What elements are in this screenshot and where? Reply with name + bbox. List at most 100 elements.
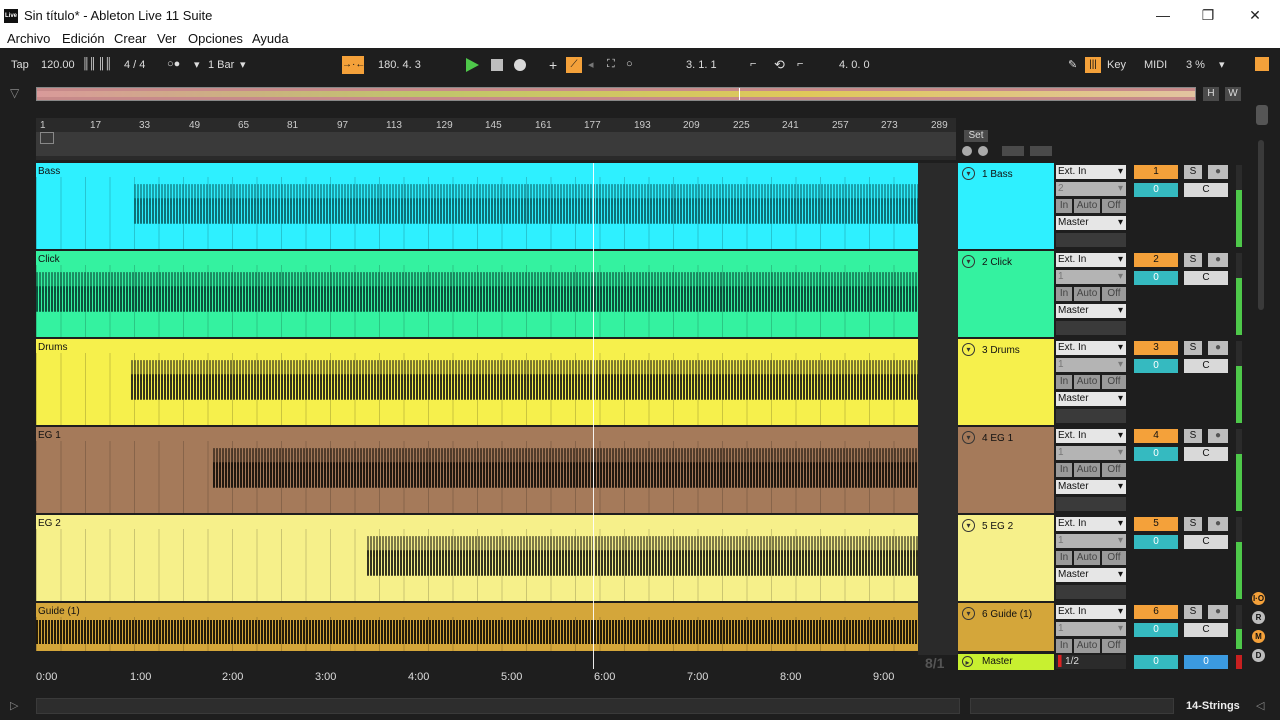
browser-toggle-icon[interactable] <box>1256 105 1268 125</box>
delay-toggle-button[interactable]: D <box>1252 649 1265 662</box>
output-channel-select[interactable] <box>1056 233 1126 247</box>
fold-icon[interactable]: ▾ <box>962 167 975 180</box>
fold-icon[interactable]: ▾ <box>962 519 975 532</box>
overdub-icon[interactable]: + <box>549 57 557 73</box>
track-volume[interactable]: 0 <box>1134 535 1178 549</box>
punch-in-icon[interactable]: ⌐ <box>750 58 756 70</box>
chevron-down-icon[interactable]: ▾ <box>1219 58 1225 71</box>
io-toggle-button[interactable]: I·O <box>1252 592 1265 605</box>
arm-button[interactable]: ● <box>1208 517 1228 531</box>
monitor-in-button[interactable]: In <box>1056 551 1072 565</box>
pencil-icon[interactable]: ✎ <box>1068 58 1077 71</box>
input-channel-select[interactable]: 1 ▾ <box>1056 358 1126 372</box>
fold-icon[interactable]: ▾ <box>962 431 975 444</box>
follow-button[interactable]: →·← <box>342 56 365 74</box>
menu-ayuda[interactable]: Ayuda <box>252 31 289 46</box>
loop-length-field[interactable]: 4. 0. 0 <box>839 59 870 71</box>
arm-button[interactable]: ● <box>1208 429 1228 443</box>
track-header[interactable]: ▾ 3 Drums <box>958 339 1054 425</box>
monitor-off-button[interactable]: Off <box>1102 463 1126 477</box>
output-select[interactable]: Master ▾ <box>1056 304 1126 318</box>
track-activator-button[interactable]: 4 <box>1134 429 1178 443</box>
close-button[interactable]: ✕ <box>1245 7 1265 24</box>
solo-button[interactable]: S <box>1184 253 1202 267</box>
cue-volume[interactable]: 0 <box>1184 655 1228 669</box>
menu-edicion[interactable]: Edición <box>62 31 105 46</box>
track-pan[interactable]: C <box>1184 183 1228 197</box>
tap-button[interactable]: Tap <box>11 59 29 71</box>
track-volume[interactable]: 0 <box>1134 447 1178 461</box>
loop-start-field[interactable]: 3. 1. 1 <box>686 59 717 71</box>
menu-ver[interactable]: Ver <box>157 31 177 46</box>
track-header[interactable]: ▾ 6 Guide (1) <box>958 603 1054 651</box>
track-lane[interactable]: Drums <box>36 339 918 425</box>
track-pan[interactable]: C <box>1184 623 1228 637</box>
input-channel-select[interactable]: 1 ▾ <box>1056 534 1126 548</box>
track-activator-button[interactable]: 5 <box>1134 517 1178 531</box>
track-volume[interactable]: 0 <box>1134 623 1178 637</box>
track-activator-button[interactable]: 6 <box>1134 605 1178 619</box>
automation-arm-icon[interactable]: ⟋ <box>566 57 582 73</box>
signature-field[interactable]: 4 / 4 <box>124 59 145 71</box>
input-type-select[interactable]: Ext. In ▾ <box>1056 165 1126 179</box>
detail-view-toggle-icon[interactable]: ◁ <box>1256 699 1272 713</box>
arm-button[interactable]: ● <box>1208 253 1228 267</box>
beat-time-ruler[interactable]: 1 17 33 49 65 81 97 113 129 145 161 177 … <box>36 118 956 160</box>
input-channel-select[interactable]: 2 ▾ <box>1056 182 1126 196</box>
metronome-icon[interactable]: ○● <box>167 58 180 70</box>
track-activator-button[interactable]: 2 <box>1134 253 1178 267</box>
help-view-icon[interactable]: ▷ <box>10 699 26 713</box>
expand-icon[interactable] <box>1002 146 1024 156</box>
track-pan[interactable]: C <box>1184 359 1228 373</box>
output-channel-select[interactable] <box>1056 409 1126 423</box>
track-header[interactable]: ▾ 1 Bass <box>958 163 1054 249</box>
input-channel-select[interactable]: 1 ▾ <box>1056 270 1126 284</box>
monitor-off-button[interactable]: Off <box>1102 551 1126 565</box>
chevron-down-icon[interactable]: ▾ <box>240 58 246 71</box>
arm-button[interactable]: ● <box>1208 165 1228 179</box>
fold-icon[interactable]: ▾ <box>962 255 975 268</box>
track-pan[interactable]: C <box>1184 447 1228 461</box>
fold-icon[interactable]: ▾ <box>962 343 975 356</box>
monitor-off-button[interactable]: Off <box>1102 639 1126 653</box>
input-type-select[interactable]: Ext. In ▾ <box>1056 517 1126 531</box>
punch-out-icon[interactable]: ⌐ <box>797 58 803 70</box>
monitor-in-button[interactable]: In <box>1056 463 1072 477</box>
monitor-auto-button[interactable]: Auto <box>1074 375 1100 389</box>
play-button[interactable] <box>466 58 479 72</box>
track-lane[interactable]: EG 2 <box>36 515 918 601</box>
solo-button[interactable]: S <box>1184 341 1202 355</box>
monitor-in-button[interactable]: In <box>1056 199 1072 213</box>
input-type-select[interactable]: Ext. In ▾ <box>1056 429 1126 443</box>
maximize-button[interactable]: ❐ <box>1198 7 1218 24</box>
monitor-in-button[interactable]: In <box>1056 375 1072 389</box>
position-field[interactable]: 180. 4. 3 <box>378 59 421 71</box>
output-select[interactable]: Master ▾ <box>1056 392 1126 406</box>
computer-midi-keyboard-icon[interactable]: ||| <box>1085 57 1101 73</box>
fold-icon[interactable]: ▸ <box>962 656 973 667</box>
track-lane[interactable]: EG 1 <box>36 427 918 513</box>
loop-icon[interactable]: ⟲ <box>774 57 785 73</box>
set-label[interactable]: Set <box>964 130 988 142</box>
track-lane[interactable]: Click <box>36 251 932 337</box>
key-map-button[interactable]: Key <box>1107 59 1126 71</box>
tempo-field[interactable]: 120.00 <box>41 59 75 71</box>
solo-button[interactable]: S <box>1184 165 1202 179</box>
solo-button[interactable]: S <box>1184 605 1202 619</box>
track-volume[interactable]: 0 <box>1134 183 1178 197</box>
arm-button[interactable]: ● <box>1208 605 1228 619</box>
lock-icon[interactable] <box>1030 146 1052 156</box>
quantize-select[interactable]: 1 Bar <box>208 59 234 71</box>
master-volume[interactable]: 0 <box>1134 655 1178 669</box>
next-locator-icon[interactable] <box>978 146 988 156</box>
track-header[interactable]: ▾ 2 Click <box>958 251 1054 337</box>
output-select[interactable]: Master ▾ <box>1056 480 1126 494</box>
track-activator-button[interactable]: 3 <box>1134 341 1178 355</box>
record-button[interactable] <box>514 59 526 71</box>
track-header[interactable]: ▾ 4 EG 1 <box>958 427 1054 513</box>
arm-button[interactable]: ● <box>1208 341 1228 355</box>
monitor-off-button[interactable]: Off <box>1102 287 1126 301</box>
time-ruler[interactable]: 0:00 1:00 2:00 3:00 4:00 5:00 6:00 7:00 … <box>36 669 956 687</box>
track-volume[interactable]: 0 <box>1134 271 1178 285</box>
monitor-in-button[interactable]: In <box>1056 287 1072 301</box>
